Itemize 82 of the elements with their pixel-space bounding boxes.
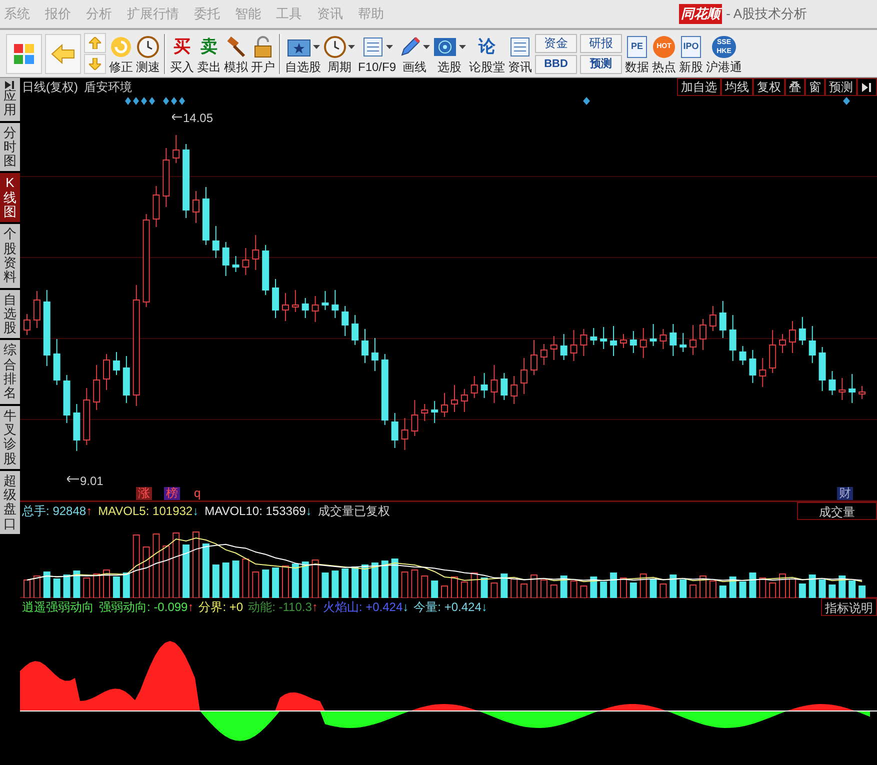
sidebar-tab[interactable]: 个股资料 bbox=[0, 224, 20, 288]
clock-icon bbox=[137, 36, 159, 58]
down-arrow-icon bbox=[89, 58, 101, 70]
sidebar-tab[interactable]: 自选股 bbox=[0, 290, 20, 338]
indicator-help-button[interactable]: 指标说明 bbox=[821, 598, 877, 616]
indicator-selector[interactable]: 成交量 bbox=[797, 502, 877, 520]
chart-button[interactable]: 复权 bbox=[753, 78, 785, 96]
toolbar-button[interactable]: 选股 bbox=[433, 34, 466, 74]
leader-line bbox=[67, 476, 79, 482]
toolbar-button[interactable] bbox=[45, 34, 81, 74]
toolbar-button[interactable] bbox=[6, 34, 42, 74]
up-arrow-icon bbox=[89, 37, 101, 49]
pencil-icon bbox=[399, 36, 422, 58]
app-logo: 同花顺 bbox=[679, 4, 722, 24]
toolbar-button[interactable]: 资讯 bbox=[508, 34, 532, 74]
diamond-marker-icon bbox=[583, 97, 590, 105]
toolbar-button[interactable]: 资金 bbox=[535, 34, 578, 52]
volume-reading: 总手: 92848↑ bbox=[22, 503, 92, 520]
chart-button[interactable]: 叠 bbox=[785, 78, 805, 96]
refresh-icon bbox=[110, 36, 132, 58]
padlock-icon bbox=[253, 36, 273, 58]
toolbar-button[interactable]: F10/F9 bbox=[358, 34, 396, 74]
character-icon: 卖 bbox=[200, 36, 218, 58]
high-price-label: 14.05 bbox=[183, 110, 214, 127]
toolbar-button[interactable]: 测速 bbox=[136, 34, 160, 74]
toolbar-button[interactable]: 自选股 bbox=[285, 34, 321, 74]
low-price-label: 9.01 bbox=[80, 473, 104, 490]
volume-reading: MAVOL10: 153369↓ bbox=[204, 503, 312, 520]
sidebar-tab[interactable]: 牛叉诊股 bbox=[0, 406, 20, 469]
expand-button[interactable] bbox=[857, 78, 877, 96]
event-marker[interactable]: 榜 bbox=[164, 487, 180, 500]
character-icon: 买 bbox=[174, 36, 190, 58]
indicator-reading: 今量: +0.424↓ bbox=[414, 599, 488, 616]
file-icon: PE bbox=[627, 36, 648, 58]
toolbar-button[interactable]: 研报 bbox=[580, 34, 622, 52]
toolbar-button[interactable]: PE 数据 bbox=[625, 34, 650, 74]
diamond-marker-icon bbox=[843, 97, 850, 105]
sidebar-tab[interactable]: 超级盘口 bbox=[0, 470, 20, 534]
clock-icon bbox=[324, 36, 346, 58]
indicator-reading: 强弱动向: -0.099↑ bbox=[99, 599, 194, 616]
gavel-icon bbox=[225, 36, 247, 58]
radar-screen-icon bbox=[433, 36, 458, 56]
toolbar-button[interactable]: 买 买入 bbox=[170, 34, 194, 74]
down-arrow-button[interactable] bbox=[84, 54, 106, 74]
indicator-reading: 火焰山: +0.424↓ bbox=[322, 599, 409, 616]
up-arrow-button[interactable] bbox=[84, 33, 106, 53]
chart-button[interactable]: 均线 bbox=[721, 78, 753, 96]
expand-icon bbox=[862, 82, 872, 92]
sidebar-tab[interactable]: 分时图 bbox=[0, 122, 20, 172]
toolbar-button[interactable]: 周期 bbox=[324, 34, 355, 74]
leader-line bbox=[172, 114, 182, 120]
character-icon: 论 bbox=[478, 36, 496, 58]
left-arrow-icon bbox=[51, 44, 75, 64]
toolbar-button[interactable]: 画线 bbox=[399, 34, 430, 74]
indicator-reading: 动能: -110.3↑ bbox=[248, 599, 318, 616]
stock-name: 盾安环境 bbox=[84, 79, 132, 96]
indicator-name: 逍遥强弱动向 bbox=[22, 599, 94, 616]
period-label: 日线(复权) bbox=[22, 79, 78, 96]
toolbar-button[interactable]: 开户 bbox=[251, 34, 275, 74]
toolbar-button[interactable]: BBD bbox=[535, 54, 578, 74]
volume-reading: MAVOL5: 101932↓ bbox=[98, 503, 199, 520]
document-icon bbox=[509, 36, 532, 56]
sidebar-tab[interactable]: 应用 bbox=[0, 78, 20, 121]
sidebar-tab[interactable]: K线图 bbox=[0, 173, 20, 222]
sidebar-tab[interactable]: 综合排名 bbox=[0, 340, 20, 404]
toolbar-button[interactable]: 预测 bbox=[580, 54, 622, 74]
diamond-markers-drawing bbox=[125, 97, 185, 105]
document-icon bbox=[362, 36, 384, 56]
chart-button[interactable]: 窗 bbox=[805, 78, 825, 96]
chart-button[interactable]: 预测 bbox=[825, 78, 857, 96]
event-marker[interactable]: 财 bbox=[837, 487, 853, 500]
toolbar-button[interactable]: 论 论股堂 bbox=[469, 34, 506, 74]
toolbar-button[interactable]: 卖 卖出 bbox=[197, 34, 221, 74]
toolbar-button[interactable]: 修正 bbox=[109, 34, 133, 74]
indicator-reading: 分界: +0 bbox=[198, 599, 244, 616]
volume-note: 成交量已复权 bbox=[318, 503, 390, 520]
toolbar-button[interactable]: 模拟 bbox=[224, 34, 248, 74]
window-title: - A股技术分析 bbox=[726, 5, 807, 24]
file-icon: IPO bbox=[681, 36, 702, 58]
color-grid-icon bbox=[13, 42, 35, 64]
chart-button[interactable]: 加自选 bbox=[677, 78, 721, 96]
toolbar-button[interactable]: IPO 新股 bbox=[679, 34, 704, 74]
